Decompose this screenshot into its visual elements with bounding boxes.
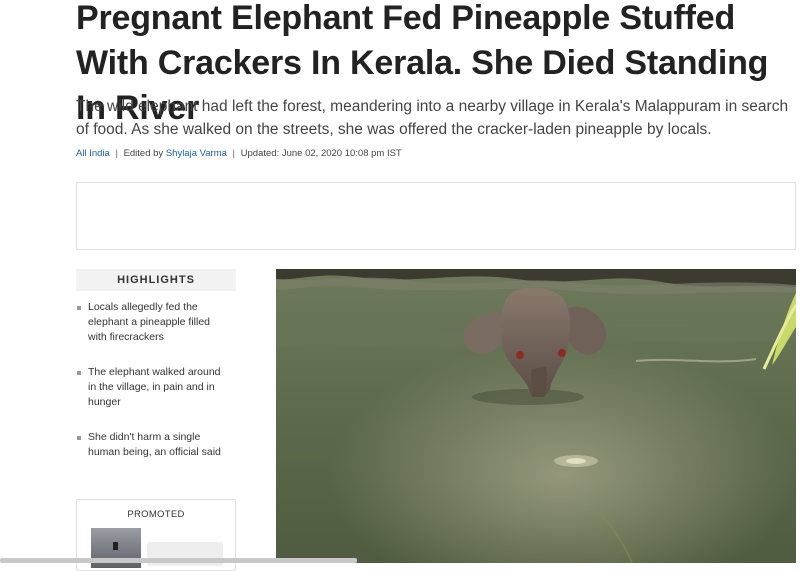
byline-separator: |: [115, 148, 118, 159]
byline-separator: |: [232, 148, 236, 159]
article-photo[interactable]: [276, 269, 796, 563]
highlight-text: The elephant walked around in the villag…: [88, 366, 221, 408]
highlight-item: The elephant walked around in the villag…: [76, 365, 224, 410]
highlight-item: Locals allegedly fed the elephant a pine…: [76, 300, 224, 345]
highlight-item: She didn't harm a single human being, an…: [76, 430, 224, 460]
article-summary: The wild elephant had left the forest, m…: [76, 98, 789, 138]
bullet-icon: [77, 371, 81, 375]
category-link[interactable]: All India: [76, 148, 110, 159]
horizontal-scrollbar[interactable]: [0, 558, 357, 563]
highlights-title: HIGHLIGHTS: [76, 269, 236, 291]
edited-by-label: Edited by: [123, 148, 164, 159]
bullet-icon: [77, 306, 81, 310]
editor-link[interactable]: Shylaja Varma: [166, 148, 227, 159]
highlights-list: Locals allegedly fed the elephant a pine…: [76, 300, 236, 460]
ad-slot: [76, 182, 796, 250]
bullet-icon: [77, 436, 81, 440]
byline: All India | Edited by Shylaja Varma | Up…: [76, 148, 402, 159]
elephant-in-river-image: [276, 269, 796, 563]
highlight-text: Locals allegedly fed the elephant a pine…: [88, 301, 211, 343]
highlights-box: HIGHLIGHTS Locals allegedly fed the elep…: [76, 269, 236, 460]
updated-timestamp: Updated: June 02, 2020 10:08 pm IST: [240, 148, 402, 159]
highlight-text: She didn't harm a single human being, an…: [88, 431, 221, 458]
promoted-label: PROMOTED: [127, 509, 185, 520]
